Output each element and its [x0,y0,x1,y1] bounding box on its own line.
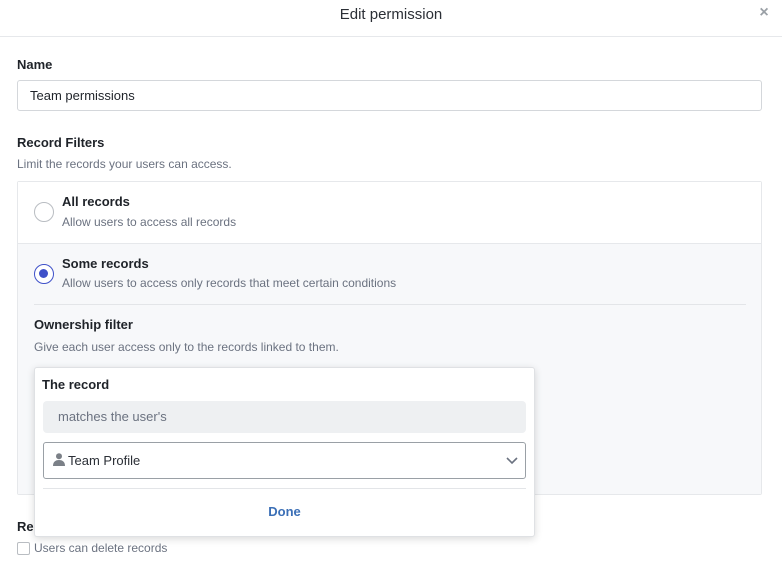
option-all-records-title: All records [62,194,130,209]
delete-records-label: Users can delete records [34,541,168,555]
popover-title: The record [42,377,110,392]
option-some-records-description: Allow users to access only records that … [62,276,397,290]
option-all-records-description: Allow users to access all records [62,215,237,229]
ownership-filter-description: Give each user access only to the record… [34,340,339,354]
done-button[interactable]: Done [35,504,534,519]
popover-divider [43,488,526,489]
name-label: Name [17,57,53,72]
close-icon[interactable]: × [757,5,771,21]
record-deletion-label: Re [17,519,34,534]
user-field-select-value: Team Profile [68,453,141,468]
dialog-title: Edit permission [339,6,443,23]
ownership-condition-popover: The record matches the user's Team Profi… [34,367,535,537]
option-some-records-title: Some records [62,256,149,271]
condition-operator: matches the user's [43,401,526,433]
dialog-header: Edit permission × [0,0,782,37]
user-icon [52,452,66,469]
user-field-select[interactable]: Team Profile [43,442,526,479]
delete-records-checkbox[interactable] [17,542,30,555]
option-all-records[interactable]: All records Allow users to access all re… [18,182,761,244]
divider [34,304,746,305]
record-filters-description: Limit the records your users can access. [17,157,232,171]
chevron-down-icon[interactable] [505,453,519,467]
ownership-filter-label: Ownership filter [34,317,133,332]
radio-some-records[interactable] [34,264,54,284]
name-input[interactable] [17,80,762,111]
record-filters-label: Record Filters [17,135,105,150]
radio-all-records[interactable] [34,202,54,222]
